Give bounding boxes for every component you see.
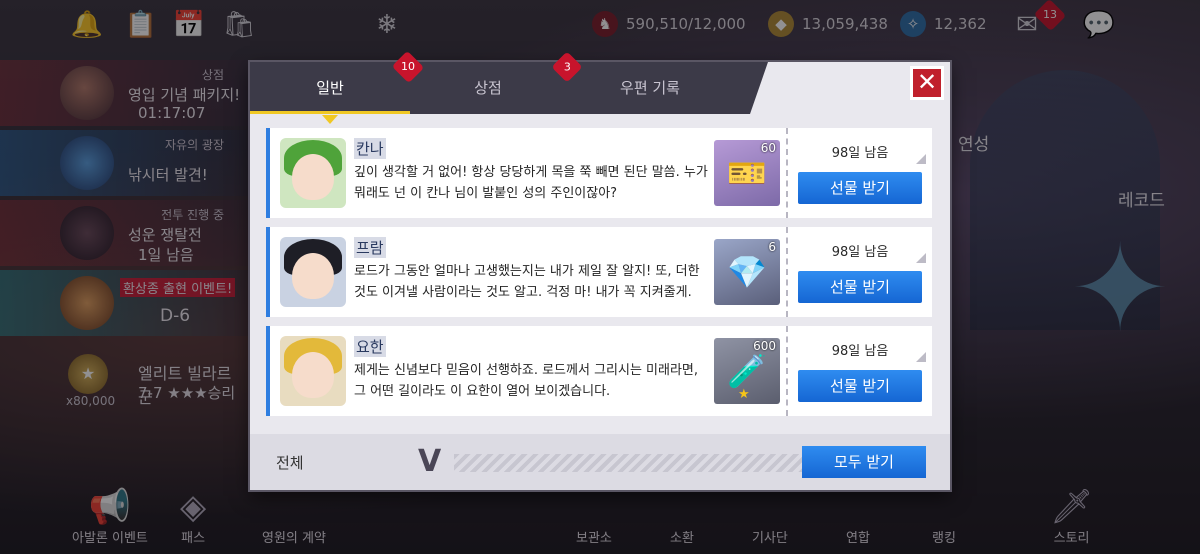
- chevron-down-icon[interactable]: V: [418, 444, 441, 479]
- sender-avatar-kanna: [280, 138, 346, 208]
- claim-all-button[interactable]: 모두 받기: [802, 446, 926, 478]
- days-remaining: 98일 남음: [831, 245, 889, 260]
- tab-shop[interactable]: 상점 3: [408, 51, 583, 114]
- reward-quantity: 60: [760, 141, 776, 155]
- potion-icon: 🧪: [727, 352, 767, 390]
- mail-card: 프람 로드가 그동안 얼마나 고생했는지는 내가 제일 잘 알지! 또, 더한 …: [266, 227, 786, 317]
- mail-action: 98일 남음 선물 받기: [786, 128, 932, 218]
- reward-item[interactable]: 600 🧪 ★: [714, 338, 780, 404]
- active-tab-caret: [322, 115, 338, 124]
- mail-card: 칸나 깊이 생각할 거 없어! 항상 당당하게 목을 쭉 빼면 된단 말씀. 누…: [266, 128, 786, 218]
- mail-message: 로드가 그동안 얼마나 고생했는지는 내가 제일 잘 알지! 또, 더한 것도 …: [354, 264, 700, 300]
- mail-row: 칸나 깊이 생각할 거 없어! 항상 당당하게 목을 쭉 빼면 된단 말씀. 누…: [266, 128, 932, 218]
- tab-general[interactable]: 일반 10: [250, 50, 425, 124]
- star-icon: ★: [738, 387, 750, 402]
- sender-avatar-fram: [280, 237, 346, 307]
- reward-quantity: 600: [753, 339, 776, 353]
- mail-list: 칸나 깊이 생각할 거 없어! 항상 당당하게 목을 쭉 빼면 된단 말씀. 누…: [266, 128, 932, 425]
- mail-action: 98일 남음 선물 받기: [786, 227, 932, 317]
- reward-quantity: 6: [768, 240, 776, 254]
- days-remaining: 98일 남음: [831, 146, 889, 161]
- receive-gift-button[interactable]: 선물 받기: [798, 271, 922, 303]
- reward-item[interactable]: 6 💎: [714, 239, 780, 305]
- mail-row: 프람 로드가 그동안 얼마나 고생했는지는 내가 제일 잘 알지! 또, 더한 …: [266, 227, 932, 317]
- mailbox-footer: 전체 V 모두 받기: [250, 434, 950, 490]
- mail-action: 98일 남음 선물 받기: [786, 326, 932, 416]
- crystal-shard-icon: 💎: [727, 253, 767, 291]
- filter-all-label[interactable]: 전체: [276, 452, 304, 473]
- mail-row: 요한 제게는 신념보다 믿음이 선행하죠. 로드께서 그리시는 미래라면, 그 …: [266, 326, 932, 416]
- tab-mail-history[interactable]: 우편 기록: [570, 62, 730, 114]
- days-remaining: 98일 남음: [831, 344, 889, 359]
- sender-name: 요한: [354, 336, 386, 357]
- tabs-tail-decoration: [750, 62, 768, 114]
- reward-item[interactable]: 60 🎫: [714, 140, 780, 206]
- mailbox-tabs: 일반 10 상점 3 우편 기록: [250, 50, 750, 124]
- close-icon: ✕: [916, 68, 938, 96]
- sender-name: 프람: [354, 237, 386, 258]
- ticket-icon: 🎫: [727, 154, 767, 192]
- close-button[interactable]: ✕: [910, 66, 944, 100]
- receive-gift-button[interactable]: 선물 받기: [798, 172, 922, 204]
- mail-message: 제게는 신념보다 믿음이 선행하죠. 로드께서 그리시는 미래라면, 그 어떤 …: [354, 363, 699, 399]
- mail-message: 깊이 생각할 거 없어! 항상 당당하게 목을 쭉 빼면 된단 말씀. 누가 뭐…: [354, 165, 708, 201]
- mailbox-modal: 일반 10 상점 3 우편 기록 ✕ 칸나 깊이 생각할 거 없어! 항상 당당…: [250, 50, 950, 490]
- receive-gift-button[interactable]: 선물 받기: [798, 370, 922, 402]
- mail-card: 요한 제게는 신념보다 믿음이 선행하죠. 로드께서 그리시는 미래라면, 그 …: [266, 326, 786, 416]
- sender-avatar-johan: [280, 336, 346, 406]
- sender-name: 칸나: [354, 138, 386, 159]
